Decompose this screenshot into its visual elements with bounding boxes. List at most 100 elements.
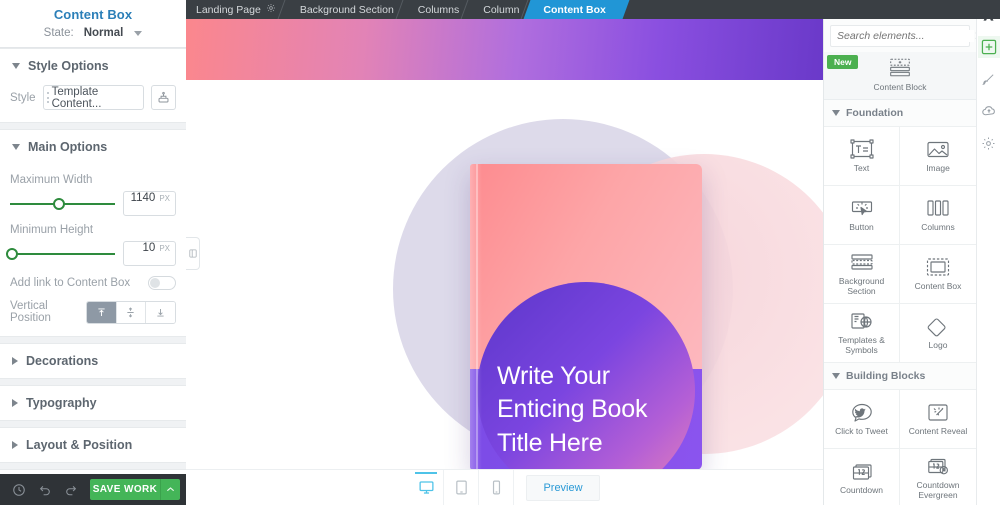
panel-main-options-title: Main Options bbox=[28, 140, 108, 154]
breadcrumb-item-background-section[interactable]: Background Section bbox=[290, 0, 413, 19]
accordion-typography[interactable]: Typography bbox=[0, 385, 186, 421]
accordion-header[interactable]: Typography bbox=[0, 386, 186, 420]
templates-symbols-icon bbox=[850, 313, 872, 329]
element-tile-image[interactable]: Image bbox=[900, 127, 976, 186]
page-title: Content Box bbox=[53, 7, 133, 22]
gear-icon[interactable] bbox=[266, 3, 276, 16]
align-bottom-button[interactable] bbox=[145, 301, 175, 323]
sidebar-header: Content Box State: Normal bbox=[0, 0, 186, 48]
state-value: Normal bbox=[83, 27, 124, 39]
max-width-slider[interactable] bbox=[10, 197, 115, 210]
element-tile-click-to-tweet[interactable]: Click to Tweet bbox=[824, 390, 900, 449]
breadcrumb-label: Content Box bbox=[543, 3, 606, 16]
align-top-button[interactable] bbox=[87, 301, 117, 323]
breadcrumb-label: Columns bbox=[417, 3, 460, 16]
new-badge: New bbox=[827, 55, 859, 69]
twitter-bubble-icon bbox=[851, 403, 872, 422]
book-spine-line bbox=[476, 164, 478, 470]
element-tile-background-section[interactable]: Background Section bbox=[824, 245, 900, 304]
cloud-icon[interactable] bbox=[978, 100, 1000, 122]
add-link-row: Add link to Content Box bbox=[10, 276, 176, 290]
max-width-control: 1140 PX bbox=[10, 191, 176, 216]
device-mobile-button[interactable] bbox=[479, 469, 515, 505]
search-input[interactable] bbox=[837, 30, 974, 42]
device-tablet-button[interactable] bbox=[444, 469, 480, 505]
max-width-slider-knob[interactable] bbox=[53, 197, 66, 210]
accordion-decorations[interactable]: Decorations bbox=[0, 343, 186, 379]
hero-gradient-band bbox=[186, 19, 823, 80]
group-header-building-blocks[interactable]: Building Blocks bbox=[824, 363, 976, 390]
min-height-input[interactable]: 10 PX bbox=[123, 241, 176, 266]
element-tile-logo[interactable]: Logo bbox=[900, 304, 976, 363]
search-wrapper: ✕ bbox=[824, 19, 976, 47]
breadcrumb-item-columns[interactable]: Columns bbox=[408, 0, 478, 19]
panel-style-options-body: Style Template Content... bbox=[0, 83, 186, 122]
panel-style-options-title: Style Options bbox=[28, 59, 109, 73]
clock-history-icon[interactable] bbox=[6, 477, 32, 503]
content-block-tile[interactable]: New Content Block bbox=[824, 52, 976, 100]
element-tile-text[interactable]: Text bbox=[824, 127, 900, 186]
countdown-icon bbox=[852, 464, 872, 480]
element-tile-content-box[interactable]: Content Box bbox=[900, 245, 976, 304]
group-header-foundation[interactable]: Foundation bbox=[824, 100, 976, 127]
element-tile-columns[interactable]: Columns bbox=[900, 186, 976, 245]
triangle-down-icon bbox=[832, 373, 840, 379]
breadcrumb-label: Column bbox=[483, 3, 520, 16]
element-tile-countdown[interactable]: Countdown bbox=[824, 449, 900, 505]
element-tile-label: Countdown bbox=[839, 484, 883, 495]
book-title-text: Write Your Enticing Book Title Here bbox=[497, 360, 684, 460]
triangle-down-icon bbox=[12, 63, 20, 69]
add-link-label: Add link to Content Box bbox=[10, 277, 131, 289]
save-options-chevron-up-icon[interactable] bbox=[160, 479, 180, 500]
sidebar-collapse-handle[interactable] bbox=[186, 237, 200, 270]
max-width-input[interactable]: 1140 PX bbox=[123, 191, 176, 216]
align-middle-button[interactable] bbox=[116, 301, 146, 323]
style-row: Style Template Content... bbox=[10, 85, 176, 110]
vertical-position-label: Vertical Position bbox=[10, 300, 51, 324]
editor-root: Content Box State: Normal Style Options … bbox=[0, 0, 1000, 505]
element-tile-label: Content Reveal bbox=[908, 425, 968, 436]
preview-button[interactable]: Preview bbox=[526, 474, 600, 501]
brush-icon[interactable] bbox=[978, 68, 1000, 90]
add-link-toggle[interactable] bbox=[148, 276, 176, 290]
accordion-header[interactable]: Layout & Position bbox=[0, 428, 186, 462]
plus-box-icon[interactable] bbox=[977, 36, 1000, 58]
element-tile-templates-symbols[interactable]: Templates & Symbols bbox=[824, 304, 900, 363]
element-tile-button[interactable]: Button bbox=[824, 186, 900, 245]
panel-main-options: Main Options Maximum Width 1140 PX Minim… bbox=[0, 129, 186, 337]
element-tile-countdown-evergreen[interactable]: Countdown Evergreen bbox=[900, 449, 976, 505]
panel-style-options: Style Options Style Template Content... bbox=[0, 48, 186, 123]
accordion-layout-position[interactable]: Layout & Position bbox=[0, 427, 186, 463]
undo-icon[interactable] bbox=[32, 477, 58, 503]
button-click-icon bbox=[851, 201, 872, 215]
element-tile-content-reveal[interactable]: Content Reveal bbox=[900, 390, 976, 449]
breadcrumb-item-landing-page[interactable]: Landing Page bbox=[186, 0, 295, 19]
search-box[interactable]: ✕ bbox=[830, 25, 976, 47]
book-title-line: Title Here bbox=[497, 428, 603, 457]
device-desktop-button[interactable] bbox=[409, 469, 445, 505]
save-work-button[interactable]: SAVE WORK bbox=[90, 479, 180, 500]
min-height-value: 10 bbox=[142, 242, 156, 254]
panel-main-options-header[interactable]: Main Options bbox=[0, 130, 186, 164]
min-height-control: 10 PX bbox=[6, 241, 176, 266]
stamp-icon[interactable] bbox=[151, 85, 176, 110]
triangle-right-icon bbox=[12, 357, 18, 365]
gear-icon[interactable] bbox=[978, 132, 1000, 154]
max-width-label: Maximum Width bbox=[10, 174, 93, 186]
state-label: State: bbox=[43, 27, 74, 39]
style-input[interactable]: Template Content... bbox=[42, 85, 144, 110]
element-tile-label: Columns bbox=[921, 221, 955, 232]
magic-wand-icon bbox=[928, 404, 948, 421]
breadcrumb-item-content-box[interactable]: Content Box bbox=[533, 0, 620, 19]
vertical-position-row: Vertical Position bbox=[10, 300, 176, 324]
save-work-label: SAVE WORK bbox=[92, 484, 158, 495]
state-selector[interactable]: State: Normal bbox=[0, 27, 186, 39]
max-width-value: 1140 bbox=[130, 192, 156, 204]
element-tile-label: Templates & Symbols bbox=[838, 334, 885, 355]
countdown-evergreen-icon bbox=[928, 458, 948, 475]
redo-icon[interactable] bbox=[58, 477, 84, 503]
min-height-slider[interactable] bbox=[6, 247, 115, 260]
min-height-slider-knob[interactable] bbox=[6, 247, 19, 260]
panel-style-options-header[interactable]: Style Options bbox=[0, 49, 186, 83]
accordion-header[interactable]: Decorations bbox=[0, 344, 186, 378]
